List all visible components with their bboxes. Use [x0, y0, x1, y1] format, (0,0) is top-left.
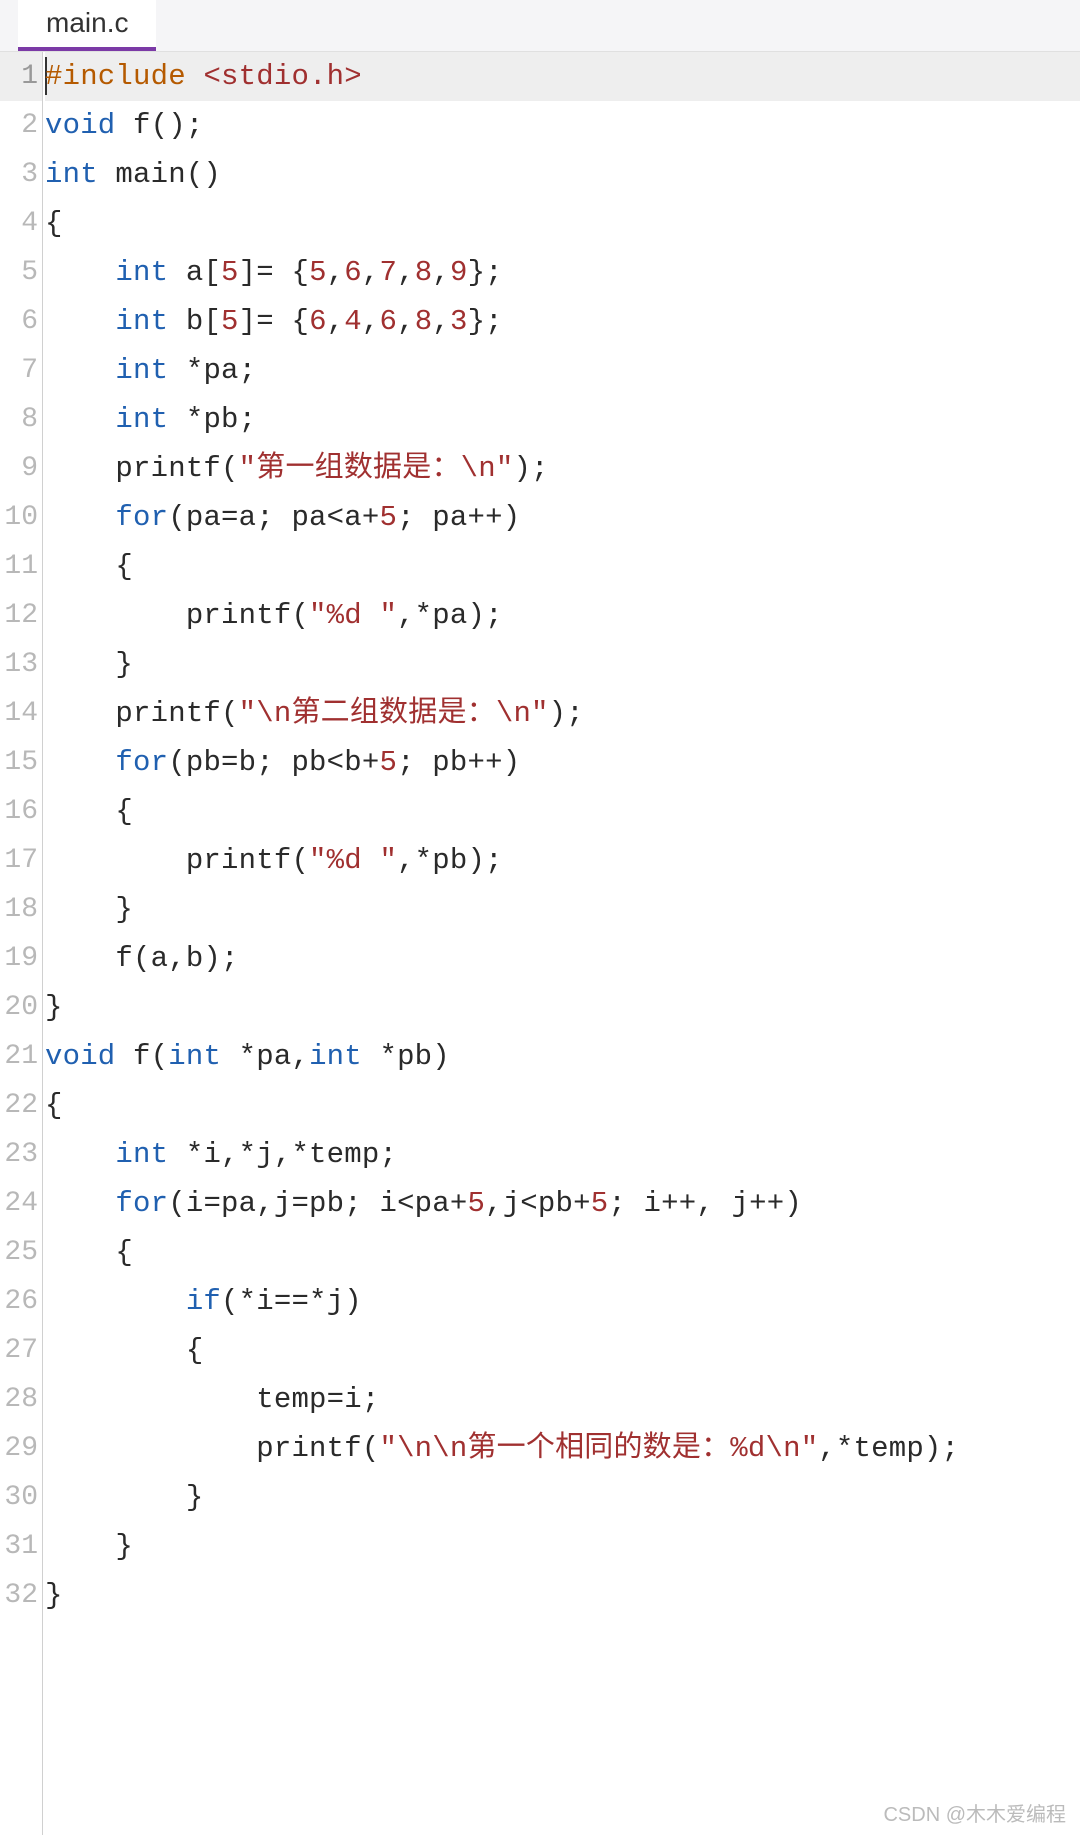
line-number: 16 — [0, 787, 42, 836]
line-number: 9 — [0, 444, 42, 493]
code-line[interactable]: printf("第一组数据是：\n"); — [45, 444, 1080, 493]
code-line[interactable]: int b[5]= {6,4,6,8,3}; — [45, 297, 1080, 346]
line-number: 8 — [0, 395, 42, 444]
code-line[interactable]: for(i=pa,j=pb; i<pa+5,j<pb+5; i++, j++) — [45, 1179, 1080, 1228]
code-line[interactable]: #include <stdio.h> — [45, 52, 1080, 101]
code-line[interactable]: for(pb=b; pb<b+5; pb++) — [45, 738, 1080, 787]
code-line[interactable]: printf("%d ",*pb); — [45, 836, 1080, 885]
line-number: 30 — [0, 1473, 42, 1522]
line-number: 6 — [0, 297, 42, 346]
watermark-text: CSDN @木木爱编程 — [883, 1798, 1066, 1827]
line-number: 5 — [0, 248, 42, 297]
line-number: 10 — [0, 493, 42, 542]
code-area[interactable]: #include <stdio.h>void f();int main(){ i… — [42, 52, 1080, 1835]
code-line[interactable]: } — [45, 640, 1080, 689]
code-line[interactable]: temp=i; — [45, 1375, 1080, 1424]
tab-filename: main.c — [46, 7, 128, 38]
code-line[interactable]: } — [45, 1571, 1080, 1620]
line-number: 29 — [0, 1424, 42, 1473]
line-number: 26 — [0, 1277, 42, 1326]
code-line[interactable]: f(a,b); — [45, 934, 1080, 983]
code-line[interactable]: int main() — [45, 150, 1080, 199]
code-line[interactable]: void f(); — [45, 101, 1080, 150]
line-number: 23 — [0, 1130, 42, 1179]
line-number: 2 — [0, 101, 42, 150]
line-number: 1 — [0, 52, 42, 101]
line-number: 15 — [0, 738, 42, 787]
code-line[interactable]: int *i,*j,*temp; — [45, 1130, 1080, 1179]
line-number: 4 — [0, 199, 42, 248]
line-number: 31 — [0, 1522, 42, 1571]
code-line[interactable]: printf("\n第二组数据是：\n"); — [45, 689, 1080, 738]
code-line[interactable]: } — [45, 1473, 1080, 1522]
code-line[interactable]: void f(int *pa,int *pb) — [45, 1032, 1080, 1081]
line-number: 18 — [0, 885, 42, 934]
line-number: 11 — [0, 542, 42, 591]
code-line[interactable]: int a[5]= {5,6,7,8,9}; — [45, 248, 1080, 297]
code-line[interactable]: for(pa=a; pa<a+5; pa++) — [45, 493, 1080, 542]
code-line[interactable]: { — [45, 542, 1080, 591]
line-number: 28 — [0, 1375, 42, 1424]
line-number: 24 — [0, 1179, 42, 1228]
code-line[interactable]: { — [45, 1228, 1080, 1277]
code-line[interactable]: { — [45, 1326, 1080, 1375]
code-line[interactable]: if(*i==*j) — [45, 1277, 1080, 1326]
code-line[interactable]: { — [45, 1081, 1080, 1130]
code-line[interactable]: int *pb; — [45, 395, 1080, 444]
line-number: 19 — [0, 934, 42, 983]
code-line[interactable]: { — [45, 787, 1080, 836]
line-number: 20 — [0, 983, 42, 1032]
line-number: 14 — [0, 689, 42, 738]
line-number: 21 — [0, 1032, 42, 1081]
line-number: 25 — [0, 1228, 42, 1277]
code-line[interactable]: } — [45, 983, 1080, 1032]
code-line[interactable]: printf("\n\n第一个相同的数是：%d\n",*temp); — [45, 1424, 1080, 1473]
line-number: 7 — [0, 346, 42, 395]
line-number: 13 — [0, 640, 42, 689]
line-number: 12 — [0, 591, 42, 640]
line-number: 32 — [0, 1571, 42, 1620]
code-line[interactable]: } — [45, 1522, 1080, 1571]
line-number: 3 — [0, 150, 42, 199]
line-number: 17 — [0, 836, 42, 885]
code-line[interactable]: printf("%d ",*pa); — [45, 591, 1080, 640]
code-line[interactable]: { — [45, 199, 1080, 248]
code-line[interactable]: } — [45, 885, 1080, 934]
line-number-gutter: 1234567891011121314151617181920212223242… — [0, 52, 42, 1835]
line-number: 22 — [0, 1081, 42, 1130]
code-line[interactable]: int *pa; — [45, 346, 1080, 395]
tab-bar: main.c — [0, 0, 1080, 52]
tab-main-c[interactable]: main.c — [18, 0, 156, 51]
code-editor[interactable]: 1234567891011121314151617181920212223242… — [0, 52, 1080, 1835]
line-number: 27 — [0, 1326, 42, 1375]
